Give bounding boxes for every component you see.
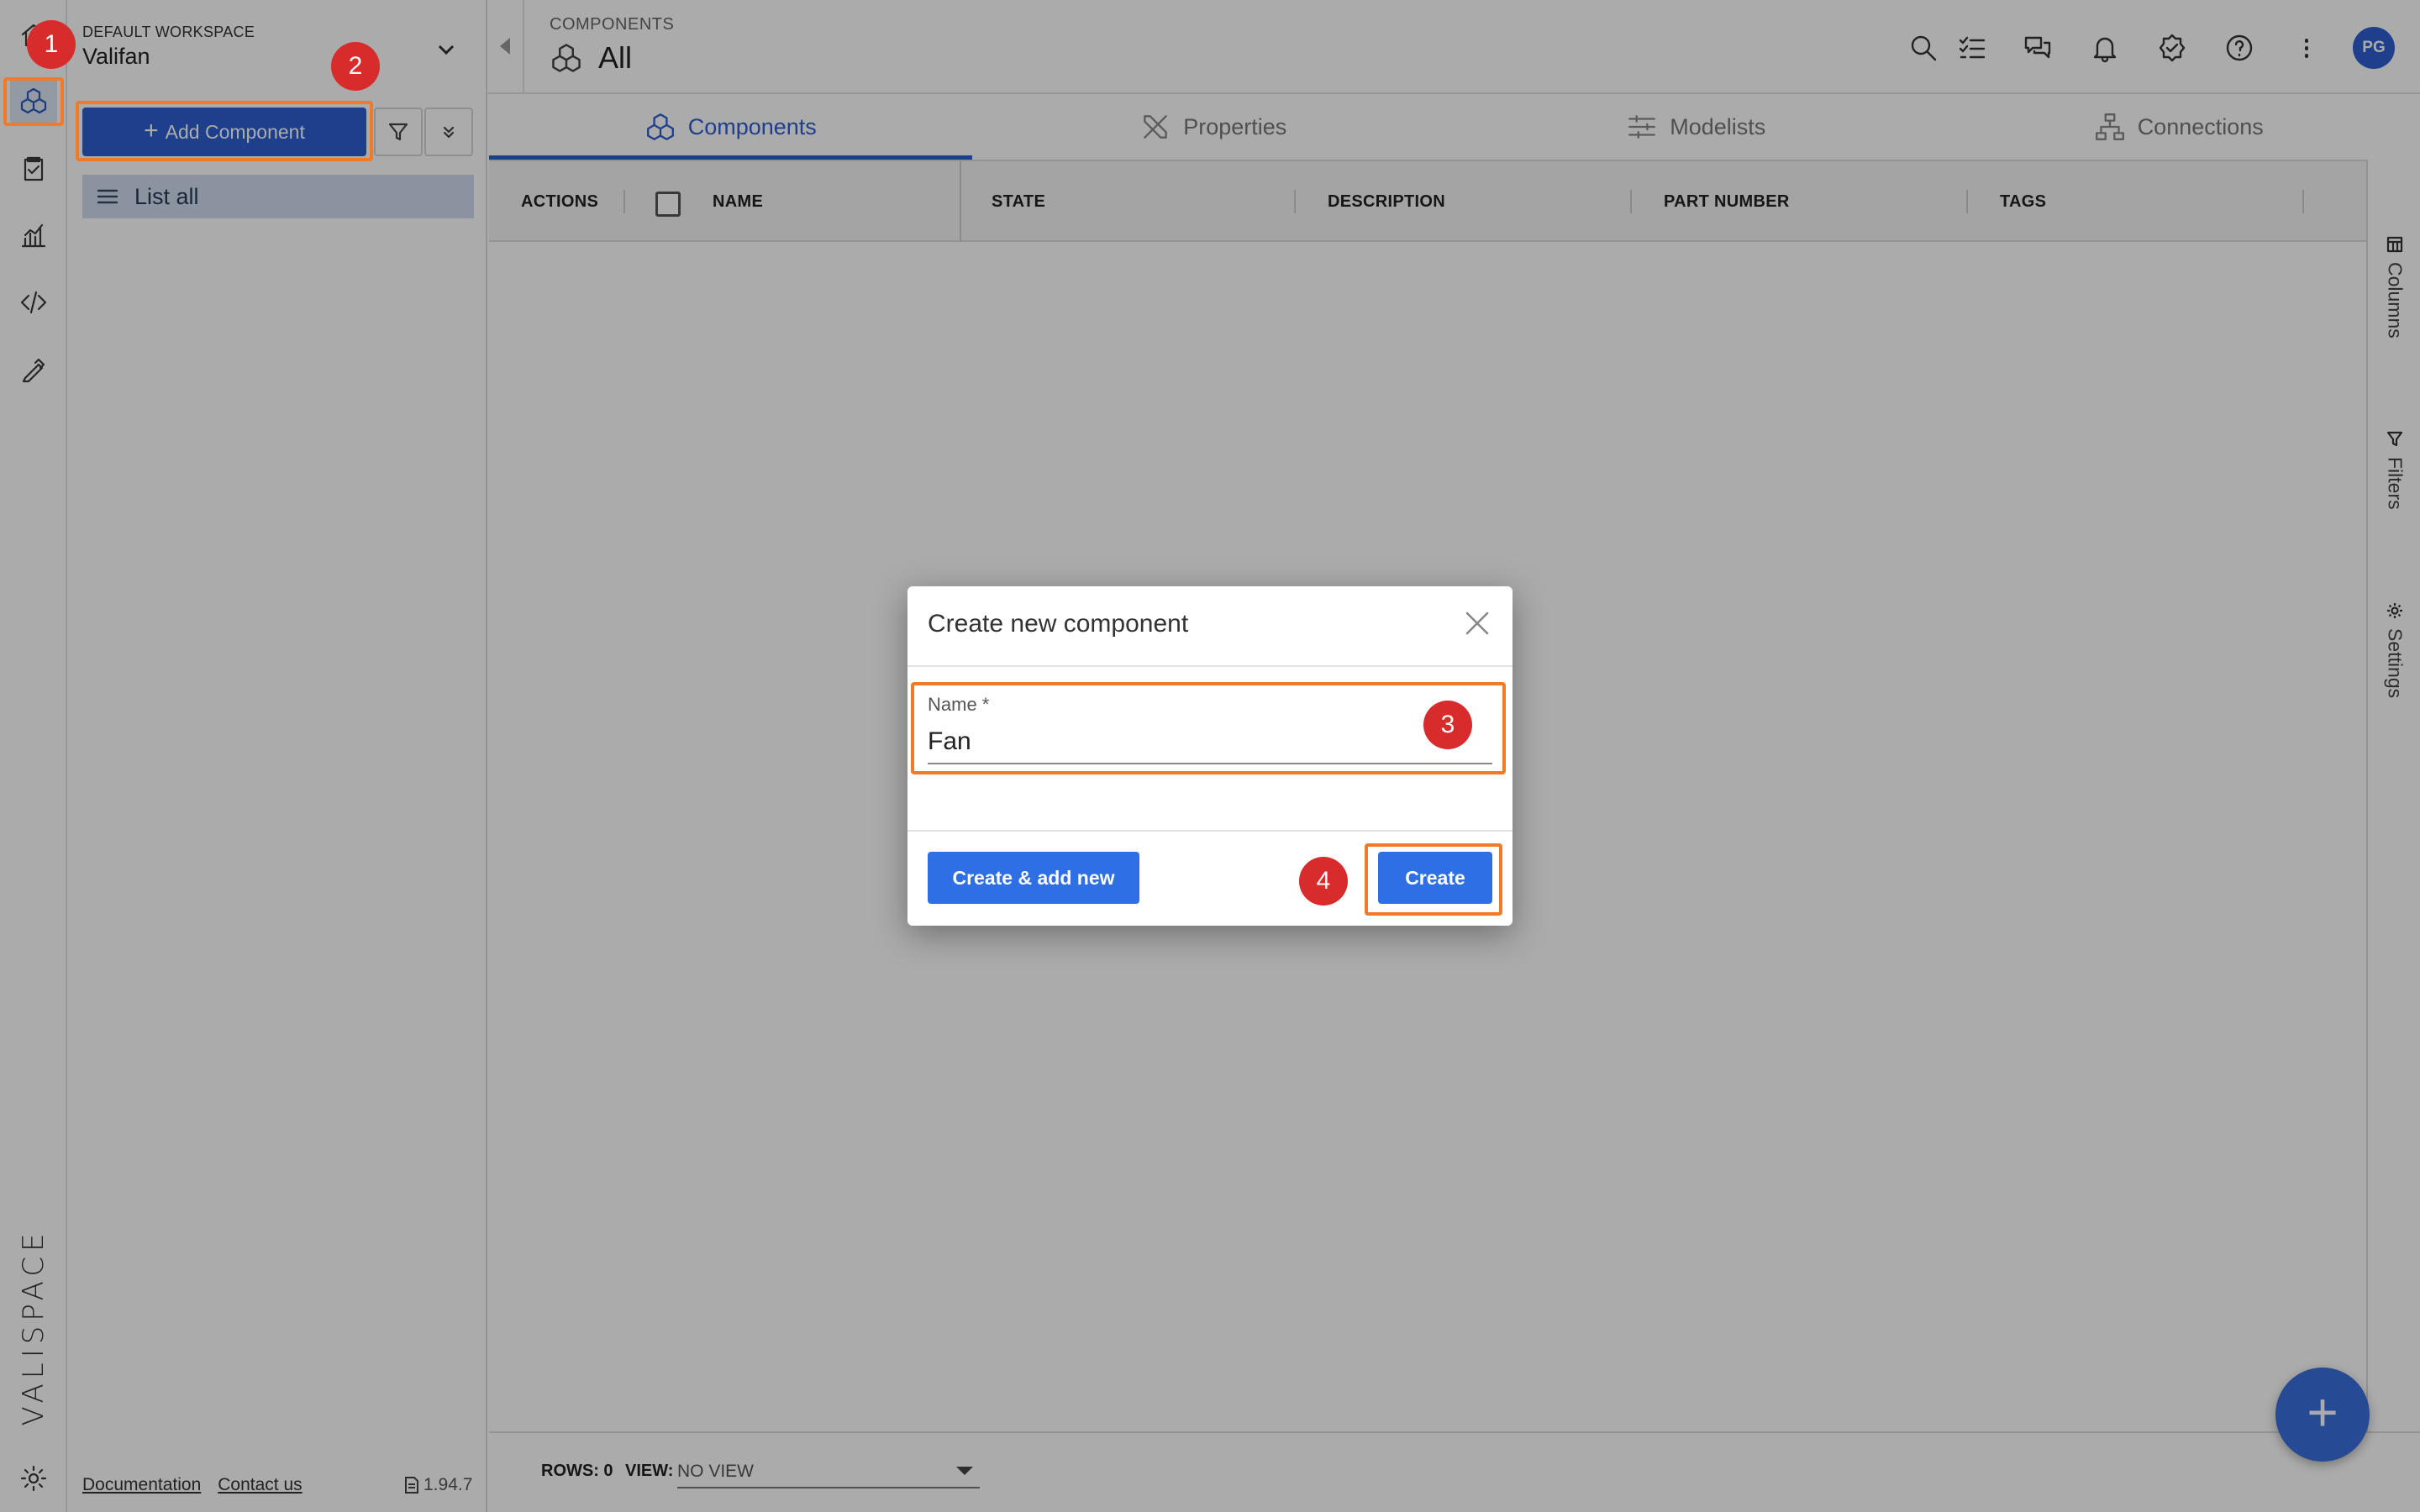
close-dialog-button[interactable] <box>1460 606 1494 640</box>
dialog-title: Create new component <box>928 610 1189 638</box>
step-marker-4: 4 <box>1299 857 1348 906</box>
close-icon <box>1465 612 1489 635</box>
create-and-add-new-button[interactable]: Create & add new <box>928 852 1139 904</box>
dialog-divider <box>908 830 1512 832</box>
step-marker-1: 1 <box>27 20 76 69</box>
highlight-name-field <box>911 682 1506 774</box>
dialog-divider <box>908 665 1512 667</box>
step-marker-2: 2 <box>331 42 380 91</box>
highlight-create-button <box>1365 843 1502 916</box>
highlight-add-component <box>76 101 373 161</box>
highlight-components-nav <box>3 77 64 126</box>
step-marker-3: 3 <box>1423 701 1472 749</box>
